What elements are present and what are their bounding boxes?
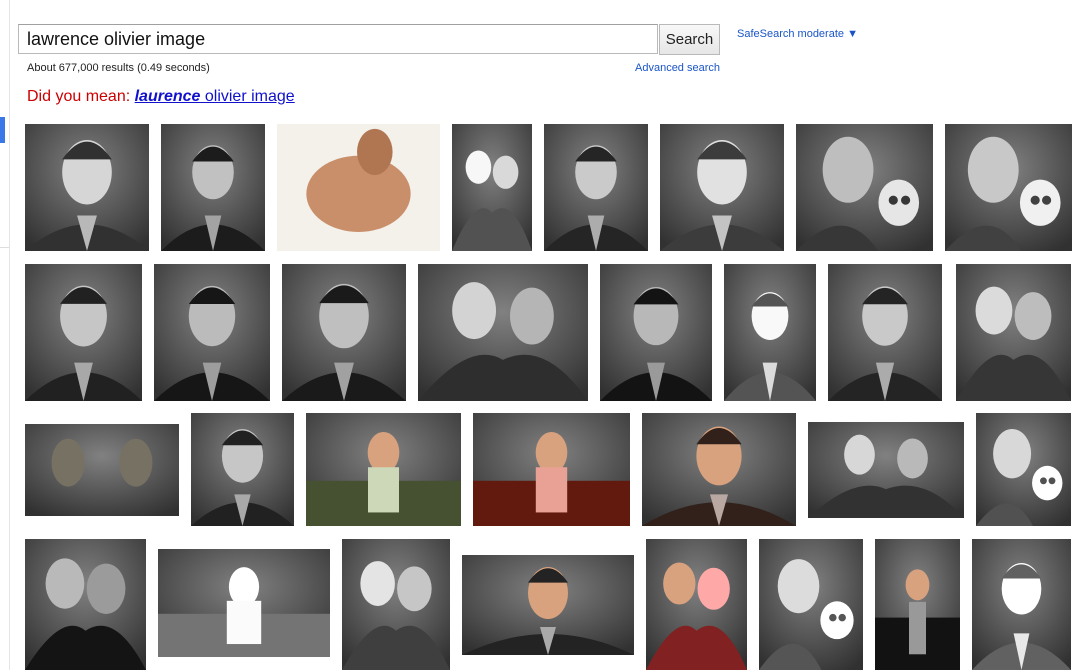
- image-result-thumbnail[interactable]: [544, 124, 648, 251]
- image-result-thumbnail[interactable]: [875, 539, 960, 670]
- image-result-thumbnail[interactable]: [972, 539, 1071, 670]
- image-result-thumbnail[interactable]: [462, 555, 634, 655]
- safesearch-dropdown[interactable]: SafeSearch moderate ▼: [737, 28, 858, 40]
- image-result-thumbnail[interactable]: [642, 413, 796, 526]
- search-button[interactable]: Search: [659, 24, 720, 55]
- image-result-thumbnail[interactable]: [154, 264, 270, 401]
- search-input[interactable]: [18, 24, 658, 54]
- advanced-search-link[interactable]: Advanced search: [635, 62, 720, 74]
- image-result-thumbnail[interactable]: [306, 413, 461, 526]
- image-result-thumbnail[interactable]: [600, 264, 712, 401]
- image-result-thumbnail[interactable]: [473, 413, 630, 526]
- image-result-thumbnail[interactable]: [945, 124, 1072, 251]
- image-result-thumbnail[interactable]: [158, 549, 330, 657]
- image-result-thumbnail[interactable]: [25, 124, 149, 251]
- image-result-thumbnail[interactable]: [646, 539, 747, 670]
- image-result-thumbnail[interactable]: [25, 539, 146, 670]
- suggestion-rest: olivier image: [200, 88, 295, 105]
- image-result-thumbnail[interactable]: [976, 413, 1071, 526]
- image-result-thumbnail[interactable]: [796, 124, 933, 251]
- image-result-thumbnail[interactable]: [25, 264, 142, 401]
- suggestion-corrected-word: laurence: [134, 88, 201, 105]
- left-rail-active-marker: [0, 117, 5, 143]
- image-result-thumbnail[interactable]: [282, 264, 406, 401]
- image-result-thumbnail[interactable]: [808, 422, 964, 518]
- image-result-thumbnail[interactable]: [452, 124, 532, 251]
- image-result-thumbnail[interactable]: [277, 124, 440, 251]
- did-you-mean: Did you mean: laurence olivier image: [27, 88, 295, 106]
- image-result-thumbnail[interactable]: [191, 413, 294, 526]
- image-result-thumbnail[interactable]: [161, 124, 265, 251]
- image-result-thumbnail[interactable]: [25, 424, 179, 516]
- image-result-thumbnail[interactable]: [828, 264, 942, 401]
- image-result-thumbnail[interactable]: [342, 539, 450, 670]
- image-result-thumbnail[interactable]: [418, 264, 588, 401]
- suggestion-link[interactable]: laurence olivier image: [135, 88, 295, 105]
- image-result-thumbnail[interactable]: [660, 124, 784, 251]
- image-result-thumbnail[interactable]: [956, 264, 1071, 401]
- left-rail: [0, 0, 10, 670]
- image-result-thumbnail[interactable]: [724, 264, 816, 401]
- left-rail-divider: [0, 247, 9, 248]
- did-you-mean-prefix: Did you mean:: [27, 88, 135, 105]
- image-result-thumbnail[interactable]: [759, 539, 863, 670]
- results-count: About 677,000 results (0.49 seconds): [27, 62, 210, 74]
